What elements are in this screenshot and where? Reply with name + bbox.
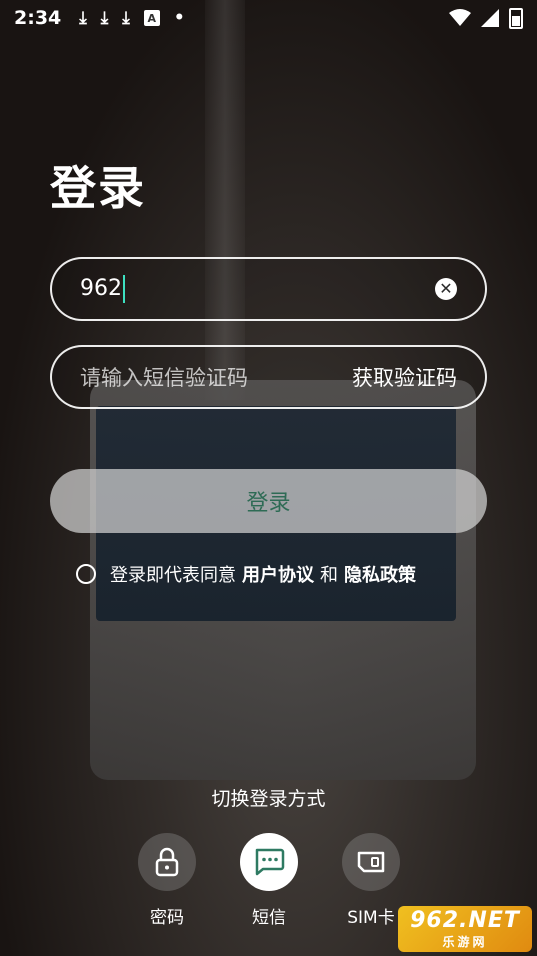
download-icon: ⤓ (122, 8, 130, 28)
agreement-prefix: 登录即代表同意 (110, 565, 236, 586)
signal-icon (481, 9, 499, 27)
wifi-icon (449, 9, 471, 26)
login-button[interactable]: 登录 (50, 469, 487, 533)
status-right (449, 7, 523, 29)
sim-card-icon[interactable] (342, 833, 400, 891)
battery-icon (509, 7, 523, 29)
user-agreement-link[interactable]: 用户协议 (242, 561, 314, 587)
privacy-policy-link[interactable]: 隐私政策 (344, 561, 416, 587)
sim-method-label: SIM卡 (347, 908, 395, 928)
sim-login-method[interactable]: SIM卡 (341, 833, 401, 928)
watermark-top: 962.NET (410, 908, 520, 933)
sms-code-placeholder[interactable]: 请输入短信验证码 (80, 362, 248, 392)
sms-code-input[interactable]: 请输入短信验证码 获取验证码 (50, 345, 487, 409)
clear-icon[interactable]: ✕ (435, 278, 457, 300)
message-icon[interactable] (240, 833, 298, 891)
text-caret (123, 275, 125, 303)
watermark-logo: 962.NET 乐游网 (398, 906, 532, 952)
background-lamp (205, 0, 245, 400)
dot-icon: • (173, 8, 185, 28)
phone-input[interactable]: 962 ✕ (50, 257, 487, 321)
agreement-and: 和 (320, 565, 338, 586)
status-bar: 2:34 ⤓ ⤓ ⤓ A • (0, 0, 537, 36)
download-icon: ⤓ (100, 8, 109, 28)
password-method-label: 密码 (150, 908, 184, 928)
agreement-radio[interactable] (76, 564, 96, 584)
sms-method-label: 短信 (252, 908, 286, 928)
download-icon: ⤓ (79, 8, 87, 28)
phone-input-value[interactable]: 962 (80, 275, 125, 303)
text-a-icon: A (143, 10, 160, 26)
page-title: 登录 (50, 161, 146, 215)
get-code-button[interactable]: 获取验证码 (352, 362, 457, 392)
sms-login-method[interactable]: 短信 (239, 833, 299, 928)
lock-icon[interactable] (138, 833, 196, 891)
status-time: 2:34 (14, 7, 62, 29)
switch-login-method-label: 切换登录方式 (211, 788, 326, 810)
password-login-method[interactable]: 密码 (137, 833, 197, 928)
watermark-bottom: 乐游网 (442, 935, 488, 949)
agreement-row: 登录即代表同意 用户协议 和 隐私政策 (76, 561, 422, 587)
